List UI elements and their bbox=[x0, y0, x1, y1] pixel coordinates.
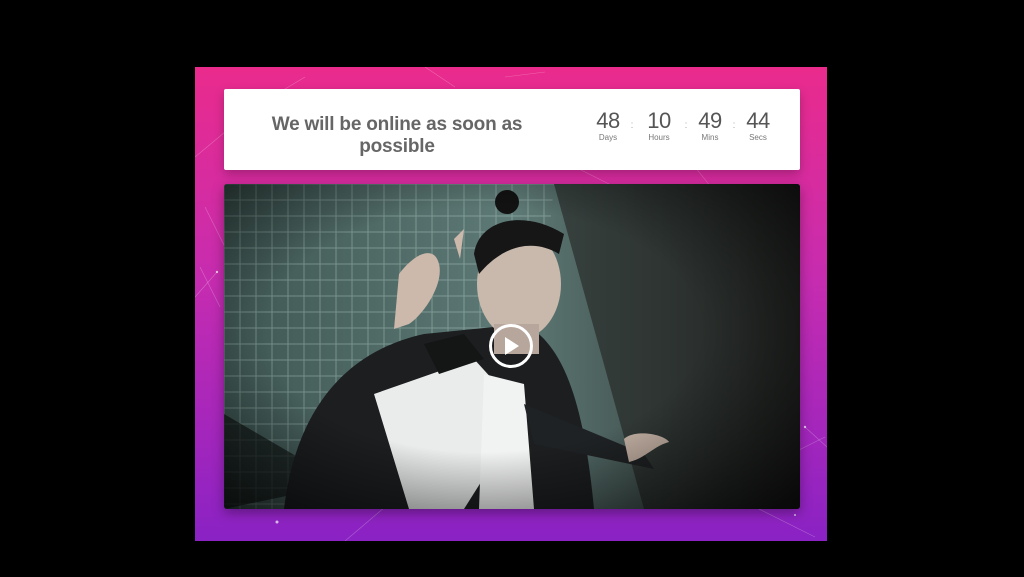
play-button[interactable] bbox=[489, 324, 533, 368]
hours-value: 10 bbox=[647, 108, 671, 133]
secs-value: 44 bbox=[746, 108, 770, 133]
mins-value: 49 bbox=[698, 108, 722, 133]
gradient-panel: We will be online as soon as possible 48… bbox=[195, 67, 827, 541]
countdown-separator: : bbox=[732, 120, 736, 131]
countdown-secs: 44 Secs bbox=[740, 109, 776, 143]
countdown-timer: 48 Days : 10 Hours : 49 Mins : 44 Secs bbox=[590, 109, 776, 149]
countdown-mins: 49 Mins bbox=[692, 109, 728, 143]
play-icon bbox=[505, 337, 519, 355]
video-player[interactable] bbox=[224, 184, 800, 509]
mins-label: Mins bbox=[701, 133, 719, 142]
days-value: 48 bbox=[596, 108, 620, 133]
countdown-days: 48 Days bbox=[590, 109, 626, 143]
countdown-hours: 10 Hours bbox=[638, 109, 680, 143]
countdown-separator: : bbox=[684, 120, 688, 131]
countdown-separator: : bbox=[630, 120, 634, 131]
countdown-header-card: We will be online as soon as possible 48… bbox=[224, 89, 800, 170]
page-background: We will be online as soon as possible 48… bbox=[0, 0, 1024, 577]
secs-label: Secs bbox=[749, 133, 767, 142]
page-title: We will be online as soon as possible bbox=[271, 114, 523, 157]
hours-label: Hours bbox=[648, 133, 670, 142]
days-label: Days bbox=[598, 133, 618, 142]
